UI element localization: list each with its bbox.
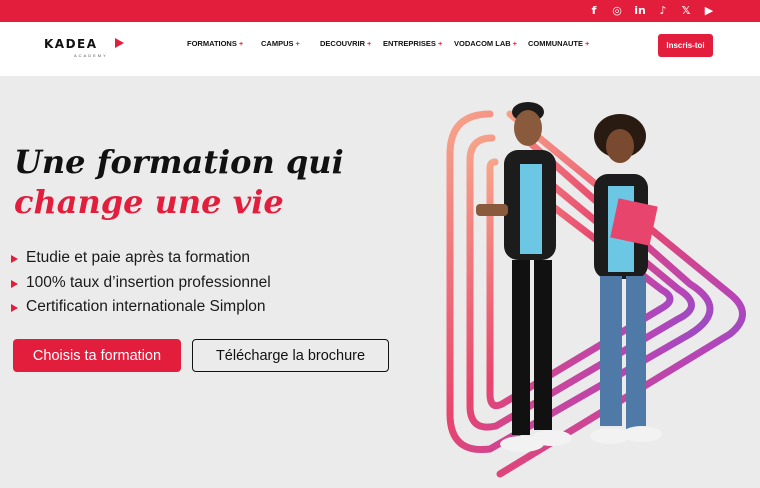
list-item: 100% taux d’insertion professionnel [11, 271, 271, 296]
play-icon [115, 38, 124, 48]
list-item: Etudie et paie après ta formation [11, 246, 271, 271]
signup-button[interactable]: Inscris-toi [658, 34, 713, 57]
hero-title-line2: change une vie [14, 183, 284, 221]
x-icon[interactable]: 𝕏 [679, 3, 693, 17]
hero-section: Une formation qui change une vie Etudie … [0, 76, 760, 488]
main-navbar: KADEA ACADEMY FORMATIONS + CAMPUS + DECOUV… [0, 22, 760, 76]
facebook-icon[interactable]: f [587, 3, 601, 17]
nav-item-vodacom-lab[interactable]: VODACOM LAB + [454, 39, 517, 48]
logo-subtitle: ACADEMY [74, 53, 108, 58]
list-item: Certification internationale Simplon [11, 295, 271, 320]
download-brochure-button[interactable]: Télécharge la brochure [192, 339, 389, 372]
bullet-arrow-icon [11, 255, 18, 264]
nav-item-decouvrir[interactable]: DECOUVRIR + [320, 39, 371, 48]
choose-training-button[interactable]: Choisis ta formation [13, 339, 181, 372]
logo-wordmark: KADEA [44, 37, 98, 51]
benefits-list: Etudie et paie après ta formation 100% t… [11, 246, 271, 320]
hero-title: Une formation qui change une vie [14, 142, 344, 222]
youtube-icon[interactable]: ▶ [702, 3, 716, 17]
instagram-icon[interactable]: ◎ [610, 3, 624, 17]
stripes-graphic [446, 110, 746, 478]
bullet-arrow-icon [11, 279, 18, 288]
nav-item-formations[interactable]: FORMATIONS + [187, 39, 243, 48]
linkedin-icon[interactable]: in [633, 3, 647, 17]
kadea-logo[interactable]: KADEA ACADEMY [44, 36, 134, 64]
bullet-arrow-icon [11, 304, 18, 313]
social-links: f ◎ in ♪ 𝕏 ▶ [587, 3, 716, 17]
nav-item-communaute[interactable]: COMMUNAUTE + [528, 39, 589, 48]
tiktok-icon[interactable]: ♪ [656, 3, 670, 17]
hero-title-line1: Une formation qui [14, 143, 344, 181]
top-bar: f ◎ in ♪ 𝕏 ▶ [0, 0, 760, 22]
nav-item-campus[interactable]: CAMPUS + [261, 39, 300, 48]
nav-item-entreprises[interactable]: ENTREPRISES + [383, 39, 442, 48]
hero-illustration [446, 102, 746, 478]
